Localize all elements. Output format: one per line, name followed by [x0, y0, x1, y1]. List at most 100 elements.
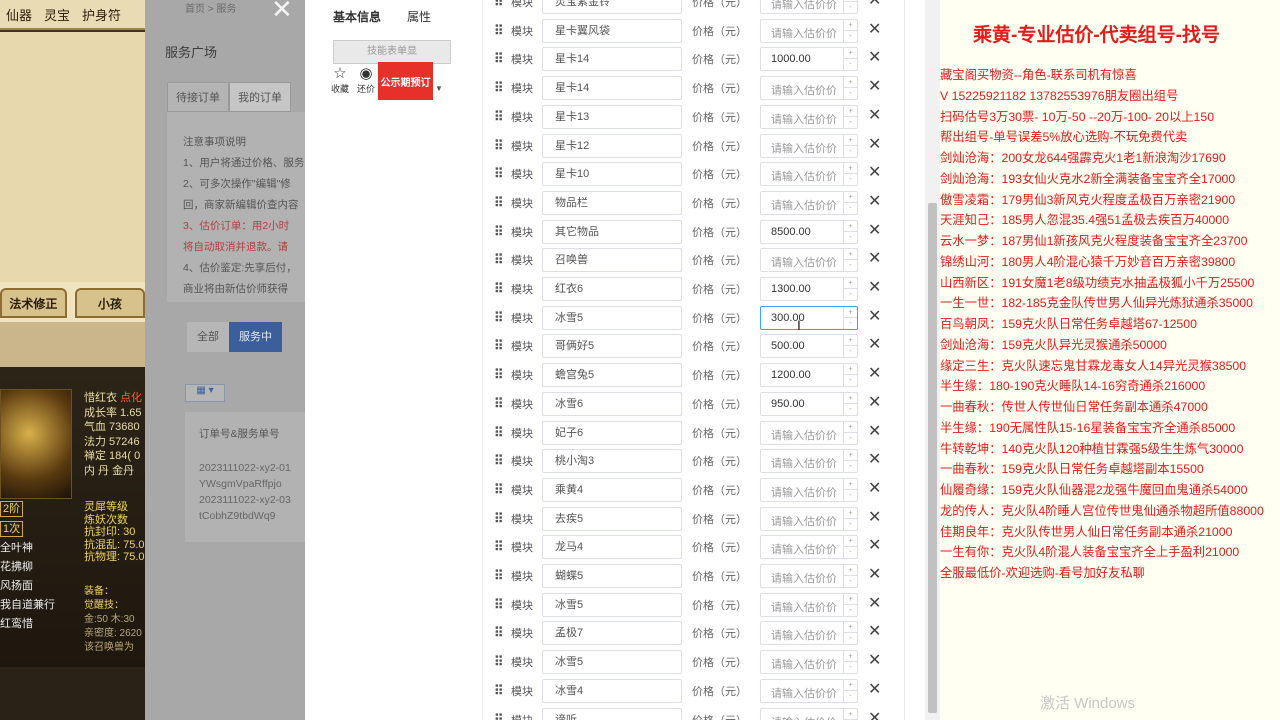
price-stepper[interactable]: +-: [843, 249, 857, 272]
drag-handle-icon[interactable]: ⠿: [494, 224, 504, 239]
step-up-icon[interactable]: +: [844, 106, 857, 117]
step-down-icon[interactable]: -: [844, 31, 857, 42]
price-input[interactable]: 950.00 + -: [760, 391, 858, 416]
drag-handle-icon[interactable]: ⠿: [494, 23, 504, 38]
delete-icon[interactable]: ✕: [868, 162, 881, 184]
delete-icon[interactable]: ✕: [868, 105, 881, 127]
step-up-icon[interactable]: +: [844, 709, 857, 720]
step-down-icon[interactable]: -: [844, 289, 857, 300]
delete-icon[interactable]: ✕: [868, 248, 881, 270]
price-stepper[interactable]: +-: [843, 593, 857, 616]
step-down-icon[interactable]: -: [844, 433, 857, 444]
delete-icon[interactable]: ✕: [868, 19, 881, 41]
module-name-field[interactable]: 孟极7: [542, 621, 682, 646]
drag-handle-icon[interactable]: ⠿: [494, 511, 504, 526]
drag-handle-icon[interactable]: ⠿: [494, 425, 504, 440]
chevron-down-icon[interactable]: ▼: [435, 84, 443, 93]
module-name-field[interactable]: 冰雪5: [542, 305, 682, 330]
step-down-icon[interactable]: -: [844, 232, 857, 243]
module-name-field[interactable]: 乘黄4: [542, 477, 682, 502]
step-up-icon[interactable]: +: [844, 163, 857, 175]
drag-handle-icon[interactable]: ⠿: [494, 368, 504, 382]
close-icon[interactable]: ✕: [271, 0, 293, 25]
module-name-field[interactable]: 灵宝紫金铃: [542, 0, 682, 14]
module-name-field[interactable]: 妃子6: [542, 420, 682, 445]
price-stepper[interactable]: +-: [843, 622, 857, 645]
price-input[interactable]: 请输入估价价 +-: [760, 678, 858, 703]
price-input[interactable]: 请输入估价价 +-: [760, 621, 858, 646]
delete-icon[interactable]: ✕: [868, 0, 881, 12]
drag-handle-icon[interactable]: ⠿: [494, 683, 504, 698]
step-down-icon[interactable]: -: [844, 547, 857, 558]
module-name-field[interactable]: 冰雪6: [542, 391, 682, 416]
delete-icon[interactable]: ✕: [868, 76, 881, 98]
bargain-button[interactable]: ◉ 还价: [355, 66, 377, 95]
step-down-icon[interactable]: -: [844, 117, 857, 128]
tab-basic-info[interactable]: 基本信息: [333, 8, 381, 25]
delete-icon[interactable]: ✕: [868, 421, 881, 443]
drag-handle-icon[interactable]: ⠿: [494, 626, 504, 640]
price-stepper[interactable]: +-: [843, 220, 857, 243]
price-input[interactable]: 请输入估价价 +-: [760, 76, 858, 101]
price-stepper[interactable]: +-: [843, 335, 857, 358]
price-input[interactable]: 请输入估价价 +-: [760, 104, 858, 129]
drag-handle-icon[interactable]: ⠿: [494, 396, 504, 411]
delete-icon[interactable]: ✕: [868, 593, 881, 615]
delete-icon[interactable]: ✕: [868, 708, 881, 720]
delete-icon[interactable]: ✕: [868, 507, 881, 529]
drag-handle-icon[interactable]: ⠿: [494, 597, 504, 612]
price-stepper[interactable]: +-: [843, 48, 857, 71]
delete-icon[interactable]: ✕: [868, 363, 881, 385]
step-up-icon[interactable]: +: [844, 479, 857, 490]
price-input[interactable]: 请输入估价价 +-: [760, 420, 858, 445]
step-down-icon[interactable]: -: [844, 605, 857, 616]
tab-my-orders[interactable]: 我的订单: [229, 82, 291, 112]
menu-xianqi[interactable]: 仙器: [0, 5, 38, 24]
price-stepper[interactable]: +-: [843, 163, 857, 186]
step-up-icon[interactable]: +: [844, 192, 857, 203]
delete-icon[interactable]: ✕: [868, 306, 881, 328]
price-input[interactable]: 请输入估价价 +-: [760, 190, 858, 215]
module-name-field[interactable]: 龙马4: [542, 535, 682, 560]
scrollbar[interactable]: [925, 0, 940, 720]
drag-handle-icon[interactable]: ⠿: [494, 655, 504, 669]
step-down-icon[interactable]: -: [844, 59, 857, 70]
step-down-icon[interactable]: -: [844, 691, 857, 702]
step-down-icon[interactable]: -: [844, 404, 857, 415]
price-stepper[interactable]: +-: [843, 306, 857, 329]
collect-button[interactable]: ☆ 收藏: [329, 66, 351, 95]
drag-handle-icon[interactable]: ⠿: [494, 282, 504, 296]
delete-icon[interactable]: ✕: [868, 47, 881, 69]
delete-icon[interactable]: ✕: [868, 679, 881, 701]
step-down-icon[interactable]: -: [844, 346, 857, 357]
module-name-field[interactable]: 星卡10: [542, 162, 682, 187]
step-up-icon[interactable]: +: [844, 364, 857, 376]
price-stepper[interactable]: +-: [843, 450, 857, 473]
module-name-field[interactable]: 去疾5: [542, 506, 682, 531]
tab-spell-fix[interactable]: 法术修正: [0, 288, 67, 318]
reserve-button[interactable]: 公示期预订: [378, 62, 433, 100]
filter-all-button[interactable]: 全部: [187, 322, 229, 352]
price-stepper[interactable]: +-: [843, 77, 857, 100]
drag-handle-icon[interactable]: ⠿: [494, 138, 504, 153]
step-down-icon[interactable]: -: [844, 174, 857, 185]
module-name-field[interactable]: 冰雪4: [542, 678, 682, 703]
price-stepper[interactable]: +-: [843, 536, 857, 559]
module-name-field[interactable]: 蝴蝶5: [542, 564, 682, 588]
price-stepper[interactable]: +-: [843, 478, 857, 501]
menu-lingbao[interactable]: 灵宝: [38, 5, 76, 24]
drag-handle-icon[interactable]: ⠿: [494, 81, 504, 95]
delete-icon[interactable]: ✕: [868, 277, 881, 299]
price-input[interactable]: 请输入估价价 +-: [760, 0, 858, 14]
step-down-icon[interactable]: -: [844, 576, 857, 587]
delete-icon[interactable]: ✕: [868, 449, 881, 471]
price-input[interactable]: 300.00 + -: [760, 305, 858, 330]
delete-icon[interactable]: ✕: [868, 392, 881, 414]
step-up-icon[interactable]: +: [844, 622, 857, 634]
view-toggle-button[interactable]: ▦ ▾: [185, 384, 225, 402]
drag-handle-icon[interactable]: ⠿: [494, 52, 504, 66]
delete-icon[interactable]: ✕: [868, 478, 881, 500]
price-input[interactable]: 请输入估价价 +-: [760, 535, 858, 560]
price-input[interactable]: 请输入估价价 +-: [760, 162, 858, 187]
module-name-field[interactable]: 冰雪5: [542, 592, 682, 617]
